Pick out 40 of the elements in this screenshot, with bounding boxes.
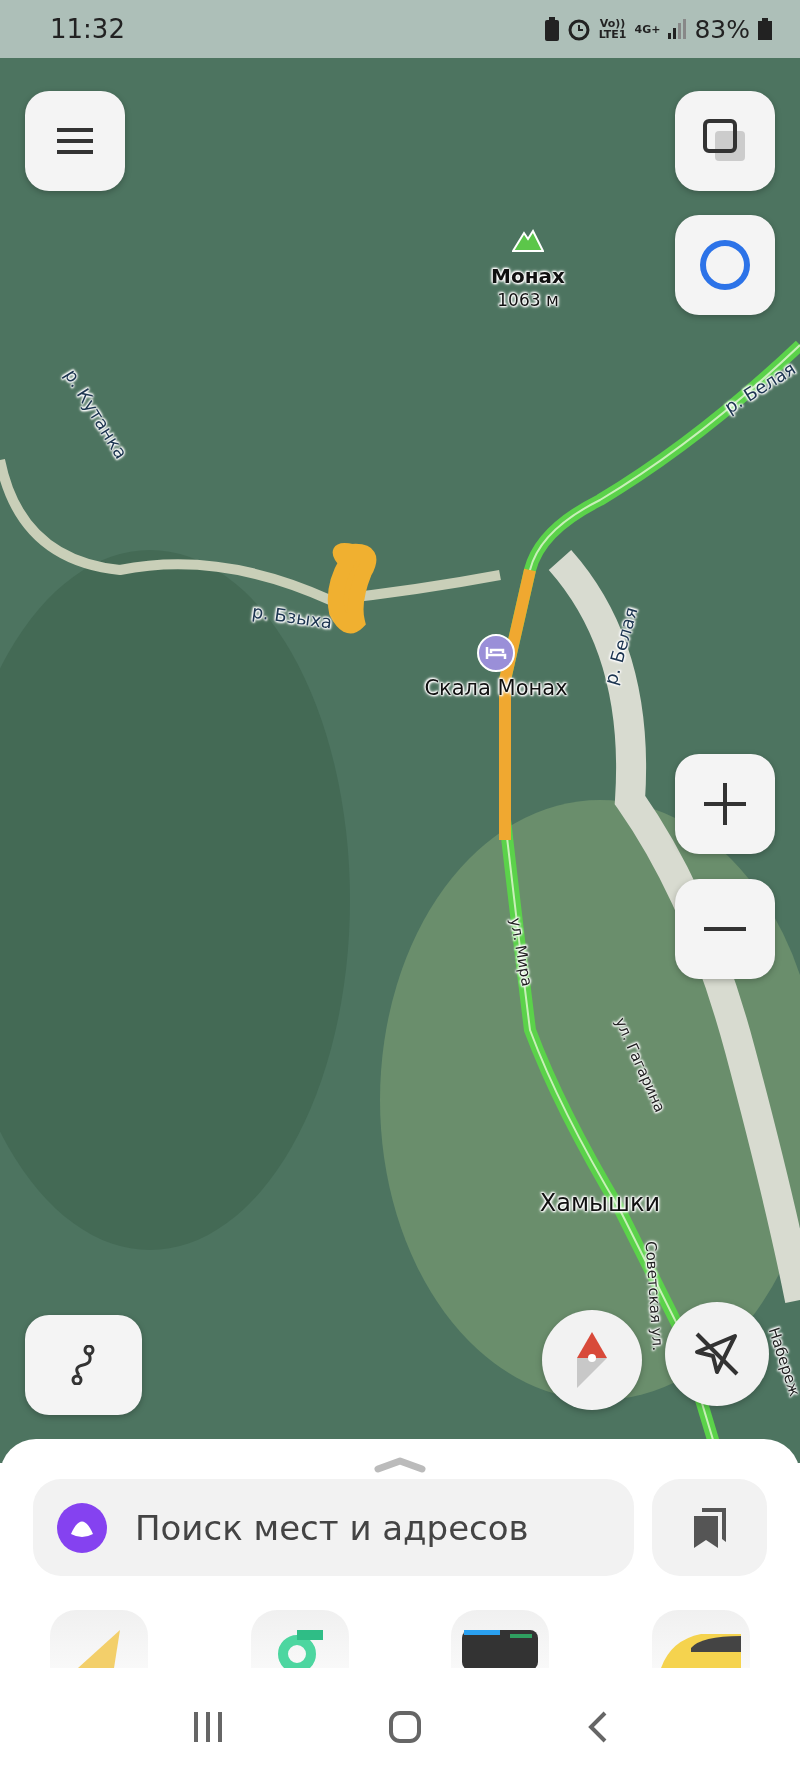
hotel-icon	[477, 634, 515, 672]
street-label: Советская ул.	[641, 1240, 667, 1352]
network-type-label: 4G+	[634, 23, 661, 35]
layers-button[interactable]	[675, 91, 775, 191]
bookmarks-icon	[691, 1507, 728, 1548]
battery-percent: 83%	[694, 14, 750, 44]
bookmarks-button[interactable]	[652, 1479, 767, 1576]
search-bar[interactable]: Поиск мест и адресов	[33, 1479, 634, 1576]
peak-label: Монах	[491, 265, 565, 287]
route-button[interactable]	[25, 1315, 142, 1415]
street-label: ул. Мира	[506, 916, 536, 988]
volte-label: Vo))	[599, 18, 626, 29]
zoom-out-button[interactable]	[675, 879, 775, 979]
menu-button[interactable]	[25, 91, 125, 191]
battery-saver-icon	[544, 17, 559, 41]
river-label: р. Белая	[600, 605, 642, 687]
elevation-label: 1063 м	[497, 290, 559, 310]
lte-label: LTE1	[598, 29, 627, 40]
assistant-icon	[57, 1502, 107, 1553]
compass-icon	[577, 1332, 607, 1388]
assistant-button[interactable]	[675, 215, 775, 315]
mountain-icon	[512, 228, 544, 252]
home-icon	[389, 1711, 421, 1743]
ring-icon	[697, 237, 753, 293]
zoom-in-button[interactable]	[675, 754, 775, 854]
status-time: 11:32	[50, 14, 126, 44]
recent-apps-icon	[193, 1712, 223, 1742]
menu-icon	[57, 128, 93, 154]
battery-icon	[758, 18, 772, 40]
river-label: р. Бзыха	[250, 601, 334, 633]
signal-icon	[668, 19, 687, 39]
crossed-arrow-icon	[693, 1330, 741, 1378]
expand-handle-icon[interactable]	[374, 1457, 426, 1473]
plus-icon	[704, 783, 746, 825]
bus-icon	[460, 1628, 541, 1668]
minus-icon	[704, 926, 746, 932]
back-icon	[587, 1711, 607, 1743]
alarm-icon	[566, 17, 591, 41]
search-input[interactable]: Поиск мест и адресов	[133, 1506, 610, 1549]
layers-icon	[703, 119, 747, 163]
